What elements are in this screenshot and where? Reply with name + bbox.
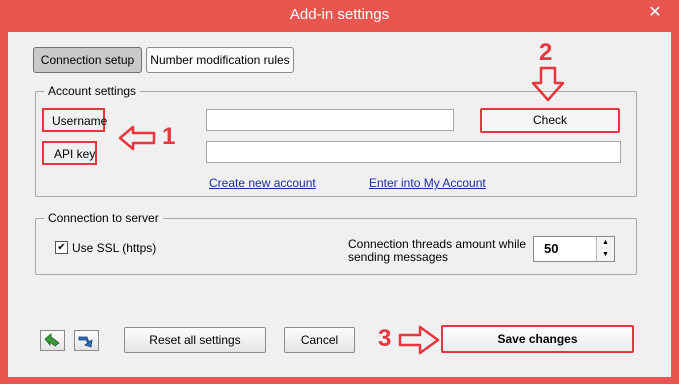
step-3-marker: 3 (378, 325, 392, 352)
account-settings-legend: Account settings (44, 84, 141, 98)
import-settings-button[interactable] (40, 330, 65, 351)
import-icon (44, 333, 60, 347)
export-icon (78, 336, 93, 348)
export-settings-button[interactable] (74, 330, 99, 351)
check-button[interactable]: Check (480, 108, 620, 133)
arrow-down-icon (531, 66, 565, 102)
connection-legend: Connection to server (44, 211, 163, 225)
step-1-marker: 1 (162, 123, 176, 150)
title-bar: Add-in settings ✕ (0, 0, 679, 32)
arrow-right-icon (398, 325, 440, 355)
threads-value: 50 (544, 241, 559, 256)
spin-down-icon[interactable]: ▼ (597, 249, 614, 261)
save-changes-button[interactable]: Save changes (441, 325, 634, 353)
reset-all-settings-button[interactable]: Reset all settings (124, 327, 266, 353)
tab-number-modification-rules[interactable]: Number modification rules (146, 47, 294, 73)
threads-stepper[interactable]: 50 ▲ ▼ (533, 236, 615, 262)
threads-label-line2: sending messages (348, 250, 449, 264)
enter-account-link[interactable]: Enter into My Account (369, 176, 486, 190)
window-title: Add-in settings (289, 6, 390, 23)
close-icon[interactable]: ✕ (639, 4, 671, 24)
api-key-label: API key (54, 147, 96, 161)
create-account-link[interactable]: Create new account (209, 176, 316, 190)
arrow-left-icon (118, 125, 156, 151)
step-2-marker: 2 (539, 39, 553, 66)
use-ssl-label: Use SSL (https) (72, 241, 157, 255)
api-key-input[interactable] (206, 141, 621, 163)
use-ssl-checkbox[interactable]: ✔ (55, 241, 68, 254)
threads-label-line1: Connection threads amount while (348, 237, 527, 251)
username-input[interactable] (206, 109, 454, 131)
tab-connection-setup[interactable]: Connection setup (33, 47, 142, 73)
check-mark-icon: ✔ (57, 242, 66, 253)
stepper-buttons: ▲ ▼ (596, 237, 614, 261)
cancel-button[interactable]: Cancel (284, 327, 355, 353)
username-label: Username (52, 114, 108, 128)
